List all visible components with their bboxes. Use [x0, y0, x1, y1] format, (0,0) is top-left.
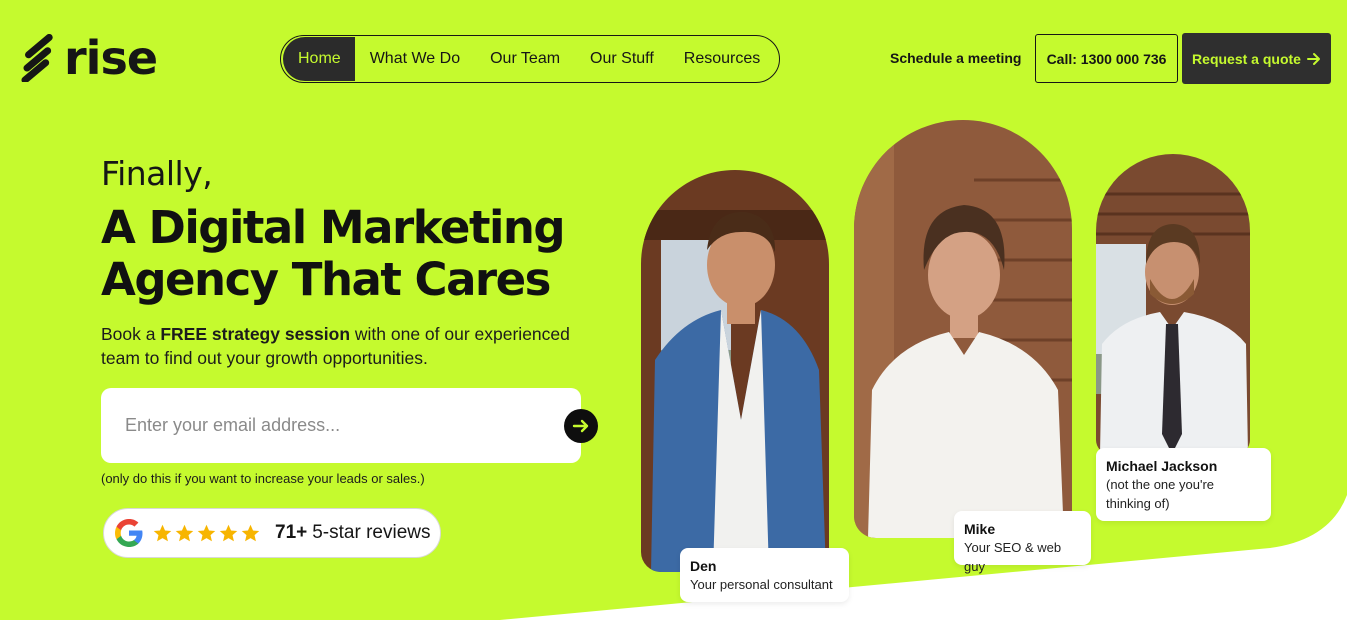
nav-item-our-stuff[interactable]: Our Stuff: [575, 37, 669, 81]
review-label: 5-star reviews: [312, 522, 431, 543]
nav-item-what-we-do[interactable]: What We Do: [355, 37, 475, 81]
star-icon: [219, 524, 238, 541]
schedule-meeting-link[interactable]: Schedule a meeting: [890, 50, 1021, 66]
nav-item-home[interactable]: Home: [283, 37, 355, 81]
call-button-label: Call: 1300 000 736: [1046, 50, 1167, 67]
star-rating: [152, 523, 261, 544]
star-icon: [197, 524, 216, 541]
team-member-name: Den: [690, 558, 717, 574]
team-photo-mike: [854, 120, 1072, 538]
email-submit-button[interactable]: [564, 409, 598, 443]
subcopy-pre: Book a: [101, 324, 161, 344]
nav-item-our-team[interactable]: Our Team: [475, 37, 575, 81]
logo[interactable]: rise: [20, 31, 158, 85]
form-disclaimer: (only do this if you want to increase yo…: [101, 471, 425, 486]
request-quote-button[interactable]: Request a quote: [1182, 33, 1331, 84]
arrow-right-icon: [1306, 52, 1320, 65]
team-photo-den: [641, 170, 829, 572]
subcopy-bold: FREE strategy session: [160, 324, 351, 344]
star-icon: [153, 524, 172, 541]
team-member-role: Your personal consultant: [690, 577, 833, 592]
arrow-right-icon: [572, 419, 589, 433]
hero-eyebrow: Finally,: [101, 154, 213, 193]
google-icon: [115, 519, 143, 547]
hero-headline-line2: Agency That Cares: [101, 253, 551, 306]
team-member-name: Michael Jackson: [1106, 458, 1218, 474]
star-icon: [241, 524, 260, 541]
hero-headline: A Digital Marketing Agency That Cares: [101, 202, 621, 306]
star-icon: [175, 524, 194, 541]
team-member-name: Mike: [964, 521, 996, 537]
email-form: [101, 388, 581, 463]
call-button[interactable]: Call: 1300 000 736: [1035, 34, 1178, 83]
team-caption-michael: Michael Jackson (not the one you're thin…: [1096, 448, 1271, 521]
hero-headline-line1: A Digital Marketing: [101, 201, 566, 254]
team-caption-den: Den Your personal consultant: [680, 548, 849, 602]
main-nav: Home What We Do Our Team Our Stuff Resou…: [280, 35, 780, 83]
team-member-role: (not the one you're thinking of): [1106, 477, 1214, 511]
reviews-badge[interactable]: 71+ 5-star reviews: [103, 508, 441, 558]
request-quote-label: Request a quote: [1192, 50, 1301, 67]
team-caption-mike: Mike Your SEO & web guy: [954, 511, 1091, 574]
email-input[interactable]: [125, 408, 545, 442]
logo-wordmark: rise: [64, 31, 158, 85]
rise-logo-icon: [21, 34, 53, 82]
nav-item-resources[interactable]: Resources: [669, 37, 775, 81]
team-member-role: Your SEO & web guy: [964, 540, 1062, 574]
review-count: 71+: [275, 522, 308, 543]
hero-subcopy: Book a FREE strategy session with one of…: [101, 322, 601, 370]
team-photo-michael: [1096, 154, 1250, 454]
